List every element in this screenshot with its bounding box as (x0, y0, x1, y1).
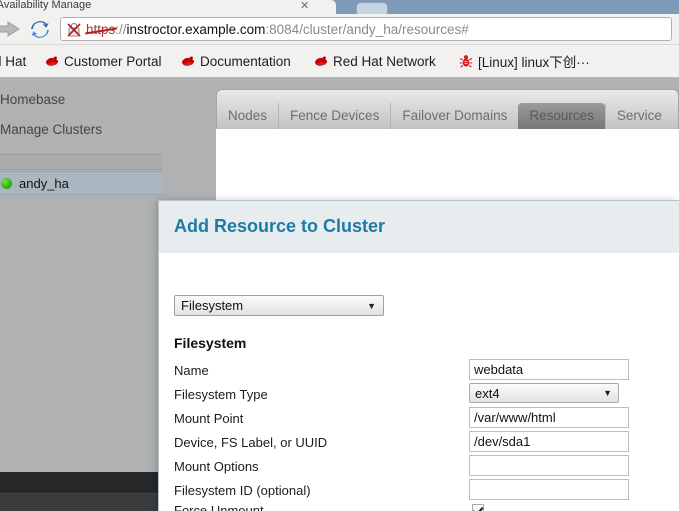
sidebar-divider (0, 154, 162, 170)
tab-failover-domains[interactable]: Failover Domains (390, 103, 518, 129)
tab-resources[interactable]: Resources (518, 103, 605, 129)
browser-tab-title: gh Availability Manage (0, 0, 92, 11)
browser-navigation-bar: https://instroctor.example.com:8084/clus… (0, 14, 679, 45)
red-bug-icon (459, 55, 473, 68)
tab-service[interactable]: Service (604, 103, 673, 129)
url-separator: :// (115, 22, 127, 37)
bookmark-linux-forum[interactable]: [Linux] linux下创··· (458, 50, 590, 72)
field-label: Mount Options (174, 459, 259, 474)
green-status-dot-icon (1, 177, 12, 189)
url-host: instroctor.example.com (126, 22, 266, 37)
content-tabstrip: Nodes Fence Devices Failover Domains Res… (217, 103, 673, 129)
red-hat-shadowman-icon (182, 56, 194, 66)
filesystem-id-input[interactable] (469, 479, 629, 500)
dialog-title: Add Resource to Cluster (174, 216, 386, 236)
force-unmount-checkbox[interactable] (472, 504, 484, 511)
broken-https-padlock-icon[interactable] (67, 22, 81, 37)
bookmark-customer-portal[interactable]: Customer Portal (44, 50, 162, 72)
chevron-down-icon: ▼ (367, 301, 376, 311)
chevron-down-icon: ▼ (603, 388, 612, 398)
add-resource-dialog: Add Resource to Cluster Filesystem ▼ Fil… (158, 200, 679, 511)
form-row-mount-options: Mount Options (159, 455, 679, 479)
tab-nodes[interactable]: Nodes (217, 103, 278, 129)
bookmark-label: Customer Portal (64, 53, 162, 69)
resource-type-select[interactable]: Filesystem ▼ (174, 295, 384, 316)
form-row-filesystem-id: Filesystem ID (optional) (159, 479, 679, 503)
name-input[interactable]: webdata (469, 359, 629, 380)
page-footer-lower (0, 494, 162, 511)
mount-options-input[interactable] (469, 455, 629, 476)
bookmark-documentation[interactable]: Documentation (180, 50, 291, 72)
forward-arrow-icon[interactable] (0, 20, 22, 38)
bookmark-label: d Hat (0, 53, 27, 69)
form-row-device: Device, FS Label, or UUID /dev/sda1 (159, 431, 679, 455)
field-label: Mount Point (174, 411, 244, 426)
bookmarks-bar: d Hat Customer Portal Documentation Red … (0, 45, 679, 78)
tab-fence-devices[interactable]: Fence Devices (278, 103, 390, 129)
form-row-name: Name webdata (159, 359, 679, 383)
resource-form: Name webdata Filesystem Type ext4 ▼ Moun… (159, 359, 679, 511)
dialog-body: Filesystem ▼ Filesystem Name webdata Fil… (159, 255, 679, 511)
form-row-mount-point: Mount Point /var/www/html (159, 407, 679, 431)
content-panel-header: Nodes Fence Devices Failover Domains Res… (216, 89, 679, 129)
red-hat-shadowman-icon (315, 56, 327, 66)
resource-type-value: Filesystem (181, 298, 244, 313)
field-label: Device, FS Label, or UUID (174, 435, 328, 450)
bookmark-label: Red Hat Network (333, 53, 436, 69)
browser-tab-strip: gh Availability Manage ✕ (0, 0, 679, 14)
red-hat-shadowman-icon (46, 56, 58, 66)
bookmark-red-hat[interactable]: d Hat (0, 50, 26, 72)
form-row-filesystem-type: Filesystem Type ext4 ▼ (159, 383, 679, 407)
url-text: https://instroctor.example.com:8084/clus… (86, 21, 469, 39)
checkbox-label: Force Unmount (174, 503, 264, 511)
new-tab-button[interactable] (356, 2, 388, 14)
check-row-force-unmount: Force Unmount (159, 503, 679, 511)
field-label: Filesystem ID (optional) (174, 483, 311, 498)
device-input[interactable]: /dev/sda1 (469, 431, 629, 452)
filesystem-type-select[interactable]: ext4 ▼ (469, 383, 619, 403)
page-footer-upper (0, 472, 162, 494)
cluster-name-label: andy_ha (19, 175, 69, 191)
field-label: Filesystem Type (174, 387, 268, 402)
filesystem-type-value: ext4 (475, 386, 500, 401)
dialog-header: Add Resource to Cluster (159, 201, 679, 254)
section-heading: Filesystem (174, 335, 247, 351)
field-label: Name (174, 363, 209, 378)
browser-tab[interactable]: gh Availability Manage ✕ (0, 0, 336, 14)
url-scheme: https (86, 22, 116, 37)
sidebar-item-homebase[interactable]: Homebase (0, 92, 65, 107)
bookmark-label: [Linux] linux下创··· (478, 55, 590, 70)
bookmark-label: Documentation (200, 53, 291, 69)
close-icon[interactable]: ✕ (300, 0, 309, 13)
sidebar-item-manage-clusters[interactable]: Manage Clusters (0, 122, 102, 137)
url-path: :8084/cluster/andy_ha/resources# (265, 22, 469, 37)
web-page-content: Homebase Manage Clusters andy_ha Nodes F… (0, 78, 679, 511)
url-bar[interactable]: https://instroctor.example.com:8084/clus… (60, 17, 672, 41)
bookmark-red-hat-network[interactable]: Red Hat Network (313, 50, 436, 72)
sidebar-item-cluster-andy-ha[interactable]: andy_ha (0, 171, 162, 195)
mount-point-input[interactable]: /var/www/html (469, 407, 629, 428)
reload-icon[interactable] (30, 20, 50, 39)
sidebar: Homebase Manage Clusters andy_ha (0, 78, 162, 511)
